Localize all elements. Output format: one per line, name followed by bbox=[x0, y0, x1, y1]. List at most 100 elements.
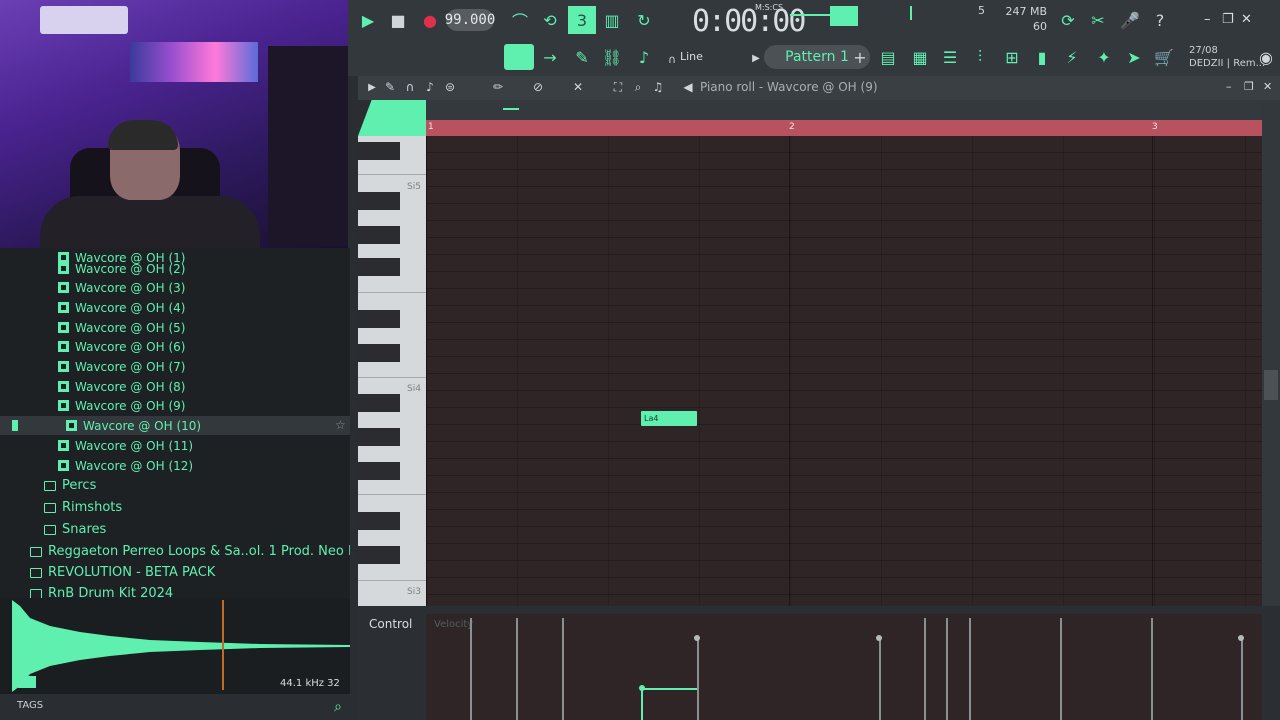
browser-folder[interactable]: Percs bbox=[44, 476, 96, 495]
wrench-icon[interactable]: ✎ bbox=[382, 78, 398, 96]
velocity-bar[interactable] bbox=[946, 618, 948, 720]
selected-velocity-bar[interactable] bbox=[641, 688, 643, 720]
countdown-icon[interactable]: 3 bbox=[568, 6, 596, 34]
browser-folder[interactable]: Reggaeton Perreo Loops & Sa..ol. 1 Prod.… bbox=[30, 542, 350, 561]
velocity-lane[interactable] bbox=[426, 614, 1262, 720]
link-icon[interactable]: ⛓ bbox=[600, 45, 624, 69]
minimize-icon[interactable]: – bbox=[1204, 12, 1211, 27]
tempo-tap-icon[interactable]: ➤ bbox=[1122, 45, 1146, 69]
velocity-handle[interactable] bbox=[1238, 635, 1244, 641]
black-key[interactable] bbox=[358, 394, 400, 412]
browser-folder[interactable]: Rimshots bbox=[44, 498, 122, 517]
velocity-handle[interactable] bbox=[876, 635, 882, 641]
bell-icon[interactable]: ♪ bbox=[632, 45, 656, 69]
overview-bar[interactable] bbox=[426, 100, 1262, 120]
wait-record-icon[interactable]: ⟲ bbox=[538, 8, 562, 32]
loop-record-icon[interactable]: ↻ bbox=[632, 8, 656, 32]
speaker-icon[interactable]: ◀ bbox=[680, 78, 696, 96]
velocity-bar[interactable] bbox=[470, 618, 472, 720]
play-preview-icon[interactable] bbox=[12, 420, 18, 431]
close-icon[interactable]: ✕ bbox=[1241, 12, 1252, 27]
record-icon[interactable]: ● bbox=[418, 8, 442, 32]
velocity-bar[interactable] bbox=[562, 618, 564, 720]
note-block[interactable]: La4 bbox=[641, 411, 697, 426]
add-pattern-icon[interactable]: + bbox=[848, 45, 872, 69]
mute-icon[interactable]: ✕ bbox=[570, 78, 586, 96]
pr-maximize-icon[interactable]: ❐ bbox=[1244, 80, 1254, 93]
timeline[interactable] bbox=[426, 120, 1262, 136]
browser-item[interactable]: Wavcore @ OH (8) bbox=[58, 377, 185, 396]
black-key[interactable] bbox=[358, 512, 400, 530]
file-icon[interactable]: ▮ bbox=[1030, 45, 1054, 69]
black-key[interactable] bbox=[358, 344, 400, 362]
star-icon[interactable]: ☆ bbox=[335, 418, 346, 432]
velocity-bar[interactable] bbox=[1060, 618, 1062, 720]
browser-folder[interactable]: REVOLUTION - BETA PACK bbox=[30, 563, 215, 582]
control-target[interactable]: Velocity bbox=[434, 619, 473, 630]
browser-folder[interactable]: Snares bbox=[44, 520, 106, 539]
delete-icon[interactable]: ⊘ bbox=[530, 78, 546, 96]
zoom-icon[interactable]: ⌕ bbox=[630, 78, 646, 96]
stop-icon[interactable]: ■ bbox=[386, 8, 410, 32]
browser-folder[interactable]: RnB Drum Kit 2024 bbox=[30, 584, 173, 598]
play-icon[interactable]: ▶ bbox=[356, 8, 380, 32]
master-volume-slider[interactable] bbox=[790, 14, 830, 16]
velocity-bar[interactable] bbox=[1241, 638, 1243, 720]
pencil-icon[interactable]: ✏ bbox=[490, 78, 506, 96]
help-icon[interactable]: ? bbox=[1148, 8, 1172, 32]
performance-icon[interactable]: ✦ bbox=[1092, 45, 1116, 69]
piano-keyboard[interactable] bbox=[358, 136, 426, 606]
channel-rack-icon[interactable]: ☰ bbox=[938, 45, 962, 69]
playback-icon[interactable]: ♫ bbox=[650, 78, 666, 96]
metronome-icon[interactable]: ⌒ bbox=[508, 8, 532, 32]
vertical-scrollbar[interactable] bbox=[1262, 100, 1280, 606]
black-key[interactable] bbox=[358, 226, 400, 244]
browser-item[interactable]: Wavcore @ OH (5) bbox=[58, 318, 185, 337]
step-edit-icon[interactable]: ▥ bbox=[600, 8, 624, 32]
black-key[interactable] bbox=[358, 428, 400, 446]
browser-item[interactable]: Wavcore @ OH (11) bbox=[58, 436, 193, 455]
tags-label[interactable]: TAGS bbox=[17, 700, 43, 711]
tempo-display[interactable]: 99.000 bbox=[445, 9, 495, 31]
restore-icon[interactable]: ❐ bbox=[1222, 12, 1234, 27]
selected-velocity-handle[interactable] bbox=[639, 685, 645, 691]
velocity-bar[interactable] bbox=[879, 638, 881, 720]
velocity-bar[interactable] bbox=[1151, 618, 1153, 720]
velocity-bar[interactable] bbox=[924, 618, 926, 720]
scroll-thumb[interactable] bbox=[1264, 370, 1278, 400]
note-grid[interactable] bbox=[426, 136, 1262, 606]
browser-item[interactable]: Wavcore @ OH (4) bbox=[58, 298, 185, 317]
note-icon[interactable]: ♪ bbox=[422, 78, 438, 96]
playlist-icon[interactable]: ▤ bbox=[876, 45, 900, 69]
pr-close-icon[interactable]: ✕ bbox=[1263, 80, 1272, 93]
overview-thumb[interactable] bbox=[503, 108, 519, 110]
snap-selector[interactable]: Line bbox=[680, 50, 703, 63]
refresh-icon[interactable]: ⟳ bbox=[1056, 8, 1080, 32]
corner-button[interactable] bbox=[358, 100, 426, 136]
browser-item[interactable]: Wavcore @ OH (3) bbox=[58, 278, 185, 297]
pr-minimize-icon[interactable]: – bbox=[1226, 80, 1232, 93]
arrow-right-icon[interactable]: → bbox=[538, 45, 562, 69]
shop-icon[interactable]: 🛒 bbox=[1152, 45, 1176, 69]
velocity-bar[interactable] bbox=[969, 618, 971, 720]
browser-item[interactable]: Wavcore @ OH (12) bbox=[58, 456, 193, 475]
microphone-icon[interactable]: 🎤 bbox=[1118, 8, 1142, 32]
velocity-handle[interactable] bbox=[694, 635, 700, 641]
velocity-bar[interactable] bbox=[516, 618, 518, 720]
black-key[interactable] bbox=[358, 258, 400, 276]
browser-icon[interactable]: ⊞ bbox=[1000, 45, 1024, 69]
browser-item[interactable]: Wavcore @ OH (7) bbox=[58, 357, 185, 376]
browser-item[interactable]: Wavcore @ OH (9) bbox=[58, 396, 185, 415]
search-icon[interactable]: ⌕ bbox=[328, 697, 348, 717]
step-sequencer-icon[interactable]: ▦ bbox=[908, 45, 932, 69]
cut-icon[interactable]: ✂ bbox=[1086, 8, 1110, 32]
scale-icon[interactable]: ⊜ bbox=[442, 78, 458, 96]
piano-roll-button[interactable] bbox=[504, 44, 534, 70]
black-key[interactable] bbox=[358, 462, 400, 480]
black-key[interactable] bbox=[358, 192, 400, 210]
black-key[interactable] bbox=[358, 546, 400, 564]
fl-logo-icon[interactable]: ◉ bbox=[1254, 45, 1278, 69]
browser-item[interactable]: Wavcore @ OH (2) bbox=[58, 259, 185, 278]
velocity-bar[interactable] bbox=[697, 638, 699, 720]
select-icon[interactable]: ⛶ bbox=[610, 78, 626, 96]
